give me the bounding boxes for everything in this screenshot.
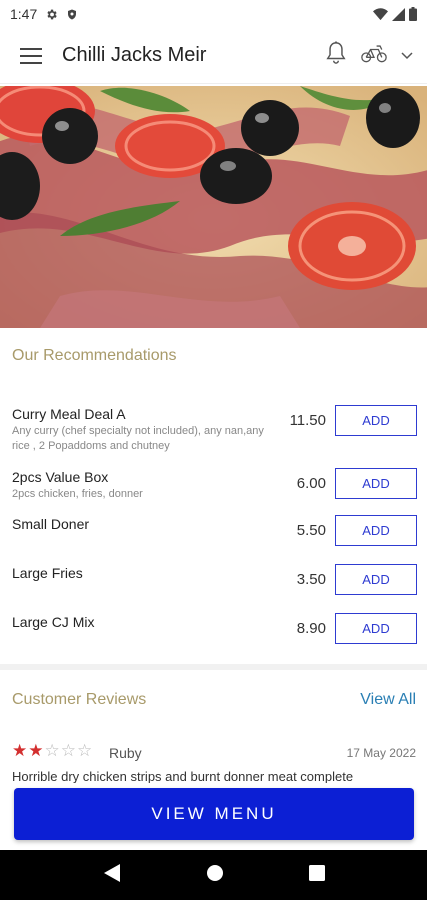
wifi-icon (373, 7, 388, 21)
menu-item-name: Large CJ Mix (12, 614, 95, 630)
menu-item-name: 2pcs Value Box (12, 469, 109, 485)
system-nav-bar (0, 850, 427, 900)
star-filled-icon: ★ (28, 741, 44, 760)
signal-icon (392, 7, 405, 21)
add-button[interactable]: ADD (335, 515, 417, 546)
menu-item-description: Any curry (chef specialty not included),… (12, 425, 264, 452)
status-time: 1:47 (10, 6, 38, 22)
hero-pizza-image (0, 86, 427, 328)
view-menu-button[interactable]: VIEW MENU (14, 788, 414, 840)
menu-item-price: 8.90 (296, 620, 326, 637)
star-empty-icon: ☆ (77, 741, 93, 760)
cycle-icon[interactable] (361, 42, 387, 69)
add-button[interactable]: ADD (335, 613, 417, 644)
view-all-link[interactable]: View All (360, 691, 416, 709)
menu-icon[interactable] (0, 28, 62, 84)
add-button[interactable]: ADD (335, 564, 417, 595)
settings-icon (45, 8, 58, 21)
battery-icon (409, 7, 417, 21)
star-rating: ★ ★ ☆ ☆ ☆ (12, 742, 92, 760)
star-filled-icon: ★ (12, 741, 28, 760)
reviews-title: Customer Reviews (12, 691, 147, 708)
app-title: Chilli Jacks Meir (62, 44, 207, 66)
star-empty-icon: ☆ (60, 741, 76, 760)
menu-item-name: Curry Meal Deal A (12, 406, 126, 422)
menu-item-price: 5.50 (296, 522, 326, 539)
home-icon[interactable] (206, 864, 224, 887)
review-date: 17 May 2022 (346, 746, 416, 760)
menu-item-description: 2pcs chicken, fries, donner (12, 488, 143, 500)
menu-item-name: Small Doner (12, 516, 90, 532)
status-bar: 1:47 (0, 0, 427, 28)
menu-item-price: 11.50 (289, 412, 326, 429)
shield-icon (66, 8, 78, 21)
bell-icon[interactable] (325, 40, 347, 71)
recents-icon[interactable] (308, 864, 325, 886)
menu-item-price: 6.00 (296, 475, 326, 492)
chevron-down-icon[interactable] (401, 47, 413, 65)
star-empty-icon: ☆ (44, 741, 60, 760)
menu-item-price: 3.50 (296, 571, 326, 588)
add-button[interactable]: ADD (335, 468, 417, 499)
recommendations-title: Our Recommendations (12, 347, 177, 364)
add-button[interactable]: ADD (335, 405, 417, 436)
app-bar: Chilli Jacks Meir (0, 28, 427, 84)
back-icon[interactable] (103, 863, 121, 888)
menu-item-name: Large Fries (12, 565, 83, 581)
reviewer-name: Ruby (109, 745, 142, 761)
section-divider (0, 664, 427, 670)
review-text: Horrible dry chicken strips and burnt do… (12, 769, 354, 783)
